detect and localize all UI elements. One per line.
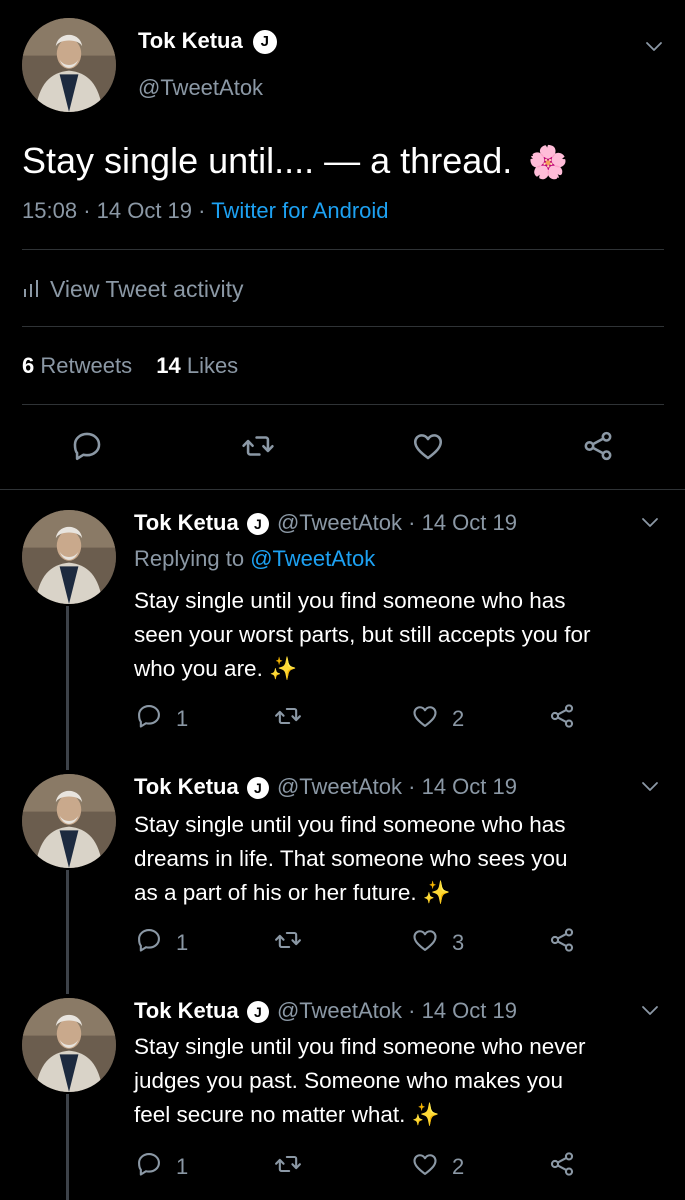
retweet-icon[interactable] (274, 926, 302, 954)
cherry-blossom-emoji: 🌸 (528, 144, 569, 180)
reply-date: · 14 Oct 19 (408, 998, 517, 1023)
reply-text: Stay single until you find someone who h… (134, 808, 568, 910)
share-icon[interactable] (548, 1150, 576, 1178)
reply-text-line: judges you past. Someone who makes you (134, 1068, 564, 1093)
chevron-down-icon[interactable] (638, 510, 662, 534)
bar-chart-icon (22, 277, 40, 304)
reply-text-line: Stay single until you find someone who n… (134, 1034, 586, 1059)
retweet-icon[interactable] (274, 1150, 302, 1178)
likes-stat[interactable]: 14 Likes (156, 353, 238, 378)
meta-separator: · (83, 198, 97, 223)
tweet-date: 14 Oct 19 (96, 198, 193, 223)
avatar[interactable] (22, 18, 116, 112)
share-icon[interactable] (548, 926, 576, 954)
thread-line (66, 1094, 69, 1200)
retweet-icon[interactable] (241, 429, 275, 463)
tweet-time: 15:08 (22, 198, 78, 223)
tweet-source-link[interactable]: Twitter for Android (211, 198, 388, 223)
reply-date: · 14 Oct 19 (408, 510, 517, 535)
reply-text-line: Stay single until you find someone who h… (134, 812, 566, 837)
reply-icon[interactable] (135, 702, 163, 730)
author-name[interactable]: Tok Ketua (134, 998, 239, 1023)
author-name[interactable]: Tok Ketua (134, 774, 239, 799)
chevron-down-icon[interactable] (638, 998, 662, 1022)
thread-line (66, 870, 69, 994)
author-handle[interactable]: @TweetAtok (138, 75, 263, 101)
reply-text-line: seen your worst parts, but still accepts… (134, 622, 591, 647)
reply-count: 1 (176, 706, 189, 731)
heart-icon[interactable] (411, 926, 439, 954)
avatar[interactable] (22, 510, 116, 604)
retweets-count: 6 (22, 353, 35, 378)
reply-header: Tok Ketua J @TweetAtok · 14 Oct 19 (134, 774, 517, 800)
like-count: 2 (452, 1154, 465, 1179)
verified-badge-icon: J (246, 1001, 269, 1024)
view-activity-label: View Tweet activity (50, 276, 244, 302)
chevron-down-icon[interactable] (638, 774, 662, 798)
tweet-meta: 15:08 · 14 Oct 19 · Twitter for Android (22, 198, 389, 224)
meta-separator: · (198, 198, 212, 223)
share-icon[interactable] (581, 429, 615, 463)
reply-icon[interactable] (70, 429, 104, 463)
reply-date: · 14 Oct 19 (408, 774, 517, 799)
avatar[interactable] (22, 998, 116, 1092)
like-count: 2 (452, 706, 465, 731)
verified-badge-icon: J (246, 513, 269, 536)
avatar[interactable] (22, 774, 116, 868)
engagement-stats: 6 Retweets 14 Likes (22, 353, 238, 379)
share-icon[interactable] (548, 702, 576, 730)
reply-text: Stay single until you find someone who n… (134, 1030, 586, 1132)
divider (22, 326, 664, 327)
reply-header: Tok Ketua J @TweetAtok · 14 Oct 19 (134, 510, 517, 536)
divider (22, 249, 664, 250)
reply-header: Tok Ketua J @TweetAtok · 14 Oct 19 (134, 998, 517, 1024)
author-name[interactable]: Tok Ketua (138, 28, 243, 53)
heart-icon[interactable] (411, 702, 439, 730)
likes-count: 14 (156, 353, 181, 378)
reply-text-line: as a part of his or her future. ✨ (134, 880, 451, 905)
reply-text-line: dreams in life. That someone who sees yo… (134, 846, 568, 871)
view-activity-button[interactable]: View Tweet activity (22, 276, 243, 304)
retweets-stat[interactable]: 6 Retweets (22, 353, 138, 378)
verified-badge-icon: J (246, 777, 269, 800)
reply-text: Stay single until you find someone who h… (134, 584, 590, 686)
verified-badge-icon: J (252, 30, 277, 55)
like-count: 3 (452, 930, 465, 955)
heart-icon[interactable] (411, 1150, 439, 1178)
author-name[interactable]: Tok Ketua (134, 510, 239, 535)
reply-text-line: feel secure no matter what. ✨ (134, 1102, 440, 1127)
author-handle[interactable]: @TweetAtok (277, 998, 402, 1023)
heart-icon[interactable] (411, 429, 445, 463)
divider (0, 489, 685, 490)
tweet-text: Stay single until.... — a thread. (22, 140, 513, 181)
retweets-label: Retweets (40, 353, 133, 378)
reply-icon[interactable] (135, 926, 163, 954)
reply-count: 1 (176, 930, 189, 955)
author-name-row[interactable]: Tok Ketua J (138, 28, 277, 55)
reply-icon[interactable] (135, 1150, 163, 1178)
chevron-down-icon[interactable] (642, 34, 666, 58)
replying-to-handle[interactable]: @TweetAtok (250, 546, 375, 571)
reply-text-line: who you are. ✨ (134, 656, 298, 681)
replying-to-label: Replying to (134, 546, 245, 571)
author-handle[interactable]: @TweetAtok (277, 510, 402, 535)
reply-count: 1 (176, 1154, 189, 1179)
reply-text-line: Stay single until you find someone who h… (134, 588, 566, 613)
divider (22, 404, 664, 405)
tweet-text-row: Stay single until.... — a thread. 🌸 (22, 140, 568, 182)
author-handle[interactable]: @TweetAtok (277, 774, 402, 799)
retweet-icon[interactable] (274, 702, 302, 730)
thread-line (66, 606, 69, 770)
likes-label: Likes (186, 353, 239, 378)
replying-to: Replying to @TweetAtok (134, 546, 375, 572)
